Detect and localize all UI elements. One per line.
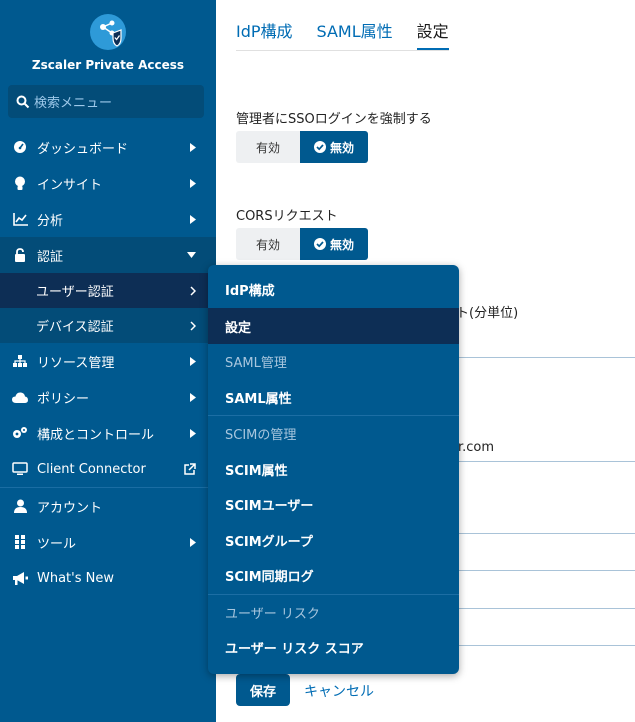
check-circle-icon — [313, 141, 326, 153]
gears-icon — [12, 425, 28, 441]
field-underline-4[interactable] — [456, 645, 635, 646]
flyout-item-scim-sync-log[interactable]: SCIM同期ログ — [208, 558, 459, 594]
app-name: Zscaler Private Access — [31, 58, 185, 72]
sitemap-icon — [12, 353, 28, 369]
cors-toggle: 有効 無効 — [236, 228, 368, 260]
zscaler-logo-icon — [90, 14, 126, 50]
nav-label: 認証 — [37, 249, 64, 265]
nav-label: デバイス認証 — [36, 320, 114, 335]
domain-value-partial: r.com — [458, 440, 495, 455]
nav-item-account[interactable]: アカウント — [0, 488, 216, 524]
chevron-right-icon — [190, 524, 196, 560]
chevron-right-icon — [190, 273, 196, 309]
chevron-right-icon — [190, 165, 196, 201]
tab-bar: IdP構成 SAML属性 設定 — [236, 18, 449, 51]
flyout-item-scim-users[interactable]: SCIMユーザー — [208, 487, 459, 523]
brand: Zscaler Private Access — [0, 14, 216, 72]
flyout-item-scim-groups[interactable]: SCIMグループ — [208, 523, 459, 559]
timeout-input-underline[interactable] — [456, 357, 635, 358]
flyout-item-idp-config[interactable]: IdP構成 — [208, 265, 459, 308]
nav-subitem-user-authentication[interactable]: ユーザー認証 — [0, 273, 216, 308]
flyout-header-saml-management: SAML管理 — [225, 356, 287, 372]
sso-disable-label: 無効 — [329, 140, 354, 155]
nav-label: アカウント — [37, 500, 103, 516]
domain-input-underline[interactable] — [456, 461, 635, 462]
user-auth-flyout-menu: IdP構成 設定 SAML管理 SAML属性 SCIMの管理 SCIM属性 SC… — [208, 265, 459, 674]
cloud-icon — [12, 389, 28, 405]
timeout-label-partial: ト(分単位) — [456, 306, 519, 321]
flyout-item-saml-attributes[interactable]: SAML属性 — [208, 380, 459, 416]
field-underline-2[interactable] — [456, 570, 635, 571]
nav-label: What's New — [37, 570, 114, 586]
nav-menu: ダッシュボード インサイト 分析 認証 ユーザー認証 デバイス認証 リソース管理… — [0, 129, 216, 596]
nav-item-authentication[interactable]: 認証 — [0, 237, 216, 273]
nav-item-analytics[interactable]: 分析 — [0, 201, 216, 237]
sso-enforce-toggle: 有効 無効 — [236, 131, 368, 163]
gauge-icon — [12, 139, 28, 155]
flyout-item-user-risk-score[interactable]: ユーザー リスク スコア — [208, 630, 459, 666]
search-menu-input[interactable]: 検索メニュー — [8, 85, 204, 118]
nav-label: ツール — [37, 536, 77, 552]
chevron-right-icon — [190, 308, 196, 344]
cors-disable-option[interactable]: 無効 — [300, 228, 368, 260]
cors-enable-option[interactable]: 有効 — [236, 228, 300, 260]
field-underline-1[interactable] — [456, 533, 635, 534]
nav-label: 構成とコントロール — [37, 427, 155, 443]
cors-disable-label: 無効 — [329, 237, 354, 252]
lock-icon — [12, 247, 28, 263]
chevron-right-icon — [190, 415, 196, 451]
nav-item-policy[interactable]: ポリシー — [0, 379, 216, 415]
flyout-header-scim-management: SCIMの管理 — [225, 428, 297, 444]
cancel-button[interactable]: キャンセル — [304, 681, 374, 701]
user-icon — [12, 498, 28, 514]
megaphone-icon — [12, 570, 28, 586]
sso-disable-option[interactable]: 無効 — [300, 131, 368, 163]
nav-label: 分析 — [37, 213, 64, 229]
sso-enforce-label: 管理者にSSOログインを強制する — [236, 112, 432, 127]
flyout-header-user-risk: ユーザー リスク — [225, 606, 320, 622]
nav-item-tools[interactable]: ツール — [0, 524, 216, 560]
nav-item-whats-new[interactable]: What's New — [0, 560, 216, 596]
nav-item-dashboard[interactable]: ダッシュボード — [0, 129, 216, 165]
flyout-item-scim-attributes[interactable]: SCIM属性 — [208, 452, 459, 488]
search-placeholder: 検索メニュー — [34, 96, 113, 111]
nav-item-resource-management[interactable]: リソース管理 — [0, 343, 216, 379]
nav-label: ユーザー認証 — [36, 285, 114, 300]
line-chart-icon — [12, 211, 28, 227]
nav-label: ポリシー — [37, 391, 90, 407]
chevron-right-icon — [190, 343, 196, 379]
chevron-down-icon — [187, 237, 196, 273]
sidebar: Zscaler Private Access 検索メニュー ダッシュボード イン… — [0, 0, 216, 722]
nav-label: ダッシュボード — [37, 141, 129, 157]
flyout-item-settings[interactable]: 設定 — [208, 308, 459, 344]
field-underline-3[interactable] — [456, 608, 635, 609]
tab-saml-attributes[interactable]: SAML属性 — [317, 18, 393, 50]
nav-label: インサイト — [37, 177, 103, 193]
chevron-right-icon — [190, 379, 196, 415]
chevron-right-icon — [190, 201, 196, 237]
sso-enable-option[interactable]: 有効 — [236, 131, 300, 163]
nav-item-client-connector[interactable]: Client Connector — [0, 451, 216, 487]
nav-label: Client Connector — [37, 461, 146, 477]
tab-idp-config[interactable]: IdP構成 — [236, 18, 293, 50]
lightbulb-icon — [12, 175, 28, 191]
monitor-icon — [12, 461, 28, 477]
save-button[interactable]: 保存 — [236, 674, 290, 706]
nav-subitem-device-authentication[interactable]: デバイス認証 — [0, 308, 216, 343]
nav-item-config-control[interactable]: 構成とコントロール — [0, 415, 216, 451]
check-circle-icon — [313, 238, 326, 250]
cors-label: CORSリクエスト — [236, 209, 338, 224]
chevron-right-icon — [190, 129, 196, 165]
tab-settings[interactable]: 設定 — [416, 18, 449, 50]
grid-icon — [12, 534, 28, 550]
nav-label: リソース管理 — [37, 355, 115, 371]
search-icon — [16, 95, 30, 109]
nav-item-insights[interactable]: インサイト — [0, 165, 216, 201]
external-link-icon — [184, 451, 196, 487]
